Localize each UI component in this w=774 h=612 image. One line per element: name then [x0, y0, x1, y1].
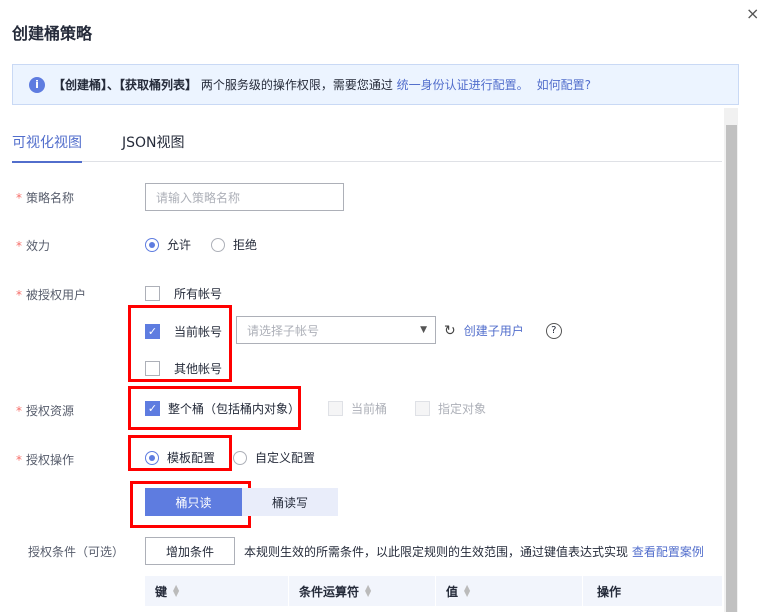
current-account-checkbox[interactable]: ✓: [145, 324, 160, 339]
chevron-down-icon: ▼: [420, 325, 427, 335]
col-value[interactable]: 值 ▲ ▼: [436, 576, 583, 606]
template-label: 模板配置: [167, 451, 216, 465]
current-bucket-checkbox[interactable]: [328, 401, 344, 416]
all-accounts-label: 所有帐号: [174, 287, 223, 301]
create-sub-user-link[interactable]: 创建子用户: [464, 322, 524, 339]
resource-label: 授权资源: [26, 404, 75, 418]
col-operator[interactable]: 条件运算符 ▲ ▼: [289, 576, 436, 606]
view-tabs: 可视化视图 JSON视图: [12, 124, 722, 163]
condition-label: 授权条件（可选）: [28, 545, 125, 559]
info-icon: i: [29, 76, 45, 93]
scrollbar-thumb[interactable]: [726, 125, 737, 612]
bucket-readonly-button[interactable]: 桶只读: [145, 488, 242, 516]
sort-icon: ▲ ▼: [365, 583, 372, 598]
tab-json[interactable]: JSON视图: [122, 132, 185, 152]
col-action: 操作: [583, 576, 723, 606]
bucket-readwrite-button[interactable]: 桶读写: [242, 488, 338, 516]
action-label: 授权操作: [26, 453, 75, 467]
deny-label: 拒绝: [233, 238, 258, 252]
other-account-label: 其他帐号: [174, 362, 223, 376]
custom-label: 自定义配置: [255, 451, 316, 465]
condition-description: 本规则生效的所需条件，以此限定规则的生效范围，通过键值表达式实现: [244, 545, 632, 559]
notice-text: 两个服务级的操作权限，需要您通过: [197, 78, 397, 92]
dialog-title: 创建桶策略: [12, 24, 93, 43]
close-icon[interactable]: ×: [746, 4, 759, 23]
sort-icon: ▲ ▼: [173, 583, 180, 598]
whole-bucket-label: 整个桶（包括桶内对象）: [168, 402, 301, 416]
specified-object-label: 指定对象: [438, 402, 487, 416]
how-to-config-link[interactable]: 如何配置?: [537, 76, 591, 93]
notice-bold: 【创建桶】、【获取桶列表】: [53, 78, 198, 92]
custom-radio[interactable]: [233, 450, 248, 465]
whole-bucket-checkbox[interactable]: ✓: [145, 401, 160, 416]
effect-label: 效力: [26, 239, 51, 253]
policy-name-label: 策略名称: [26, 191, 75, 205]
view-examples-link[interactable]: 查看配置案例: [632, 545, 704, 559]
refresh-icon[interactable]: ↻: [444, 323, 456, 339]
condition-table-header: 键 ▲ ▼ 条件运算符 ▲ ▼ 值 ▲ ▼ 操作: [145, 576, 723, 606]
current-account-label: 当前帐号: [174, 325, 223, 339]
sub-account-select[interactable]: 请选择子帐号 ▼: [236, 316, 436, 344]
current-bucket-label: 当前桶: [351, 402, 388, 416]
deny-radio[interactable]: [211, 237, 226, 252]
specified-object-checkbox[interactable]: [415, 401, 431, 416]
iam-link[interactable]: 统一身份认证进行配置。: [397, 76, 529, 93]
col-key[interactable]: 键 ▲ ▼: [145, 576, 289, 606]
sort-icon: ▲ ▼: [464, 583, 471, 598]
principal-label: 被授权用户: [26, 288, 87, 302]
allow-radio[interactable]: [145, 237, 159, 252]
add-condition-button[interactable]: 增加条件: [145, 537, 235, 565]
other-account-checkbox[interactable]: [145, 361, 160, 376]
allow-label: 允许: [167, 238, 192, 252]
help-icon[interactable]: ?: [545, 322, 562, 339]
tab-visual[interactable]: 可视化视图: [12, 132, 82, 163]
info-notice: i 【创建桶】、【获取桶列表】 两个服务级的操作权限，需要您通过 统一身份认证进…: [12, 64, 739, 105]
policy-name-input[interactable]: 请输入策略名称: [145, 183, 344, 211]
template-radio[interactable]: [145, 450, 159, 465]
all-accounts-checkbox[interactable]: [145, 286, 160, 301]
sub-account-placeholder: 请选择子帐号: [247, 323, 320, 338]
